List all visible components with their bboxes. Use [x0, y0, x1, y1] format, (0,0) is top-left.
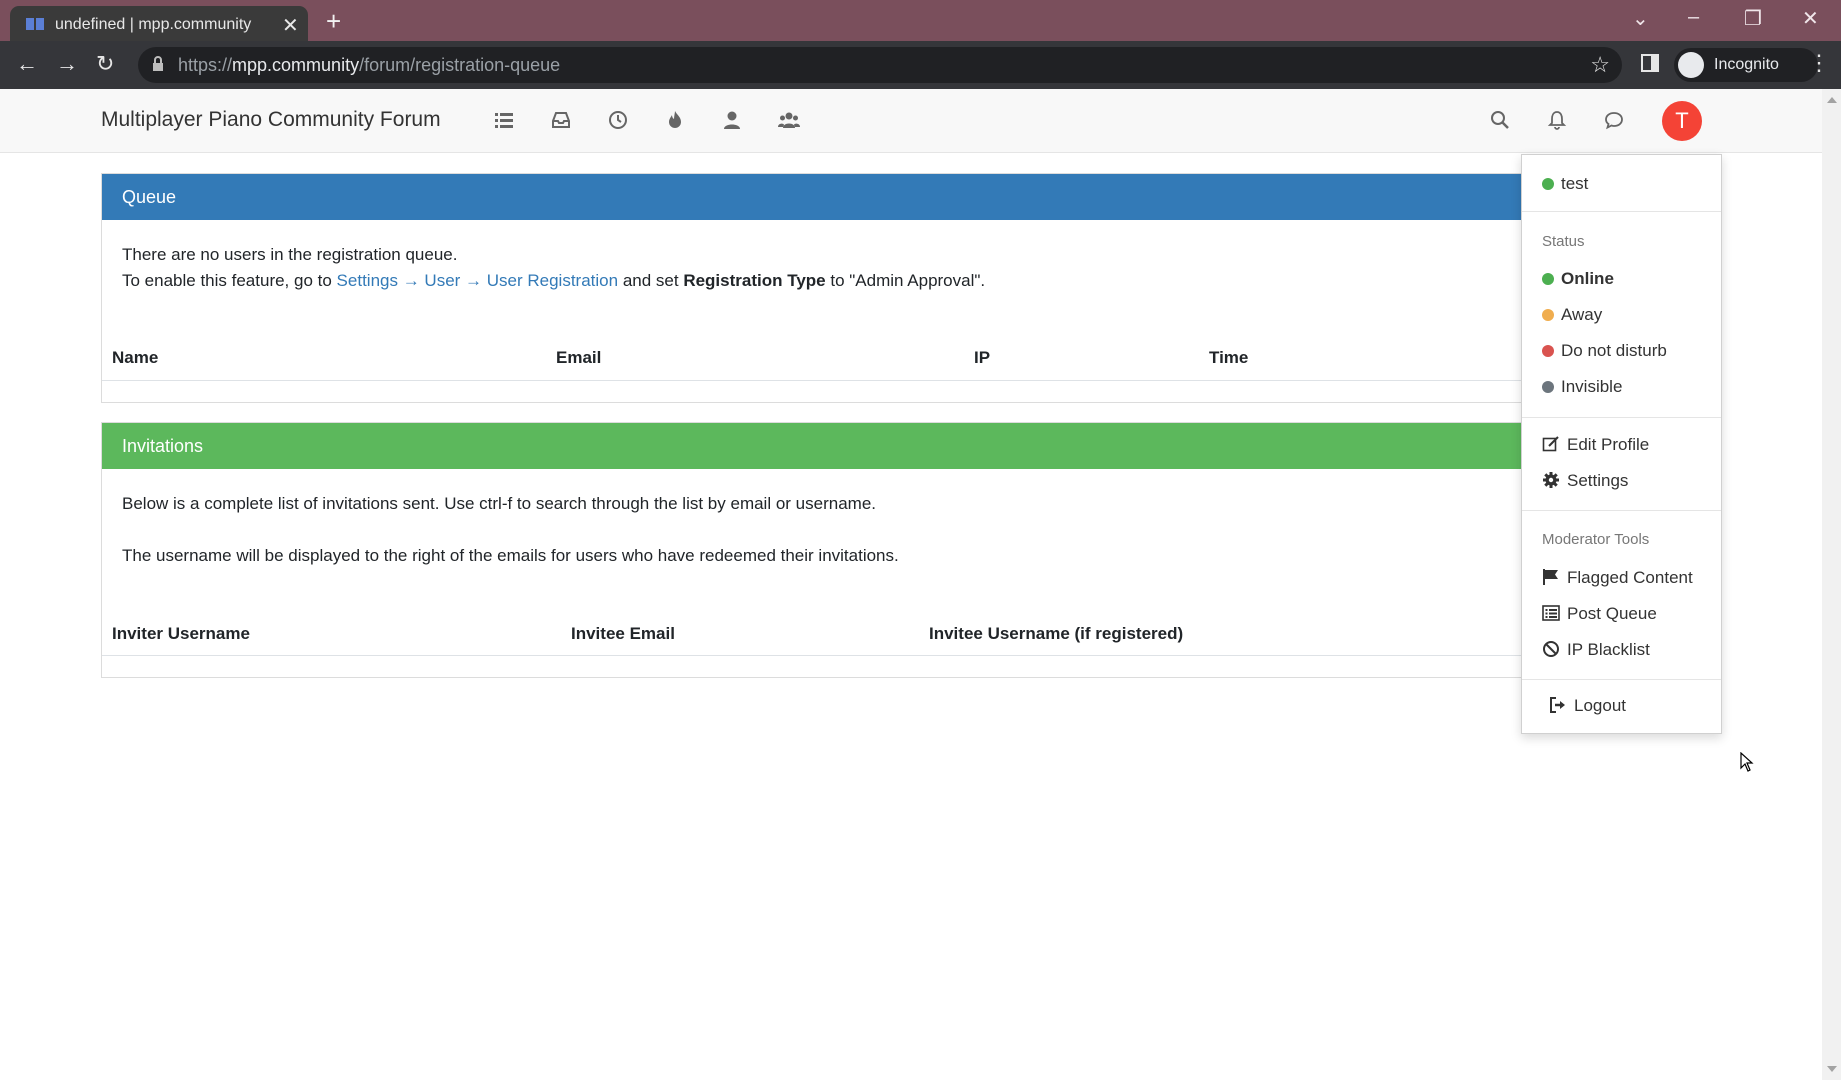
- incognito-profile-button[interactable]: Incognito: [1674, 48, 1818, 82]
- bookmark-star-icon[interactable]: ☆: [1590, 52, 1610, 78]
- list-icon[interactable]: [493, 109, 515, 131]
- flag-icon: [1542, 568, 1560, 586]
- status-away[interactable]: Away: [1542, 305, 1602, 325]
- forum-header: Multiplayer Piano Community Forum T: [0, 89, 1822, 153]
- invitations-note: The username will be displayed to the ri…: [122, 546, 899, 565]
- column-header-invitee-email: Invitee Email: [571, 624, 675, 643]
- queue-panel: Queue There are no users in the registra…: [101, 173, 1523, 403]
- status-dot: [1542, 273, 1554, 285]
- favicon-icon: [26, 18, 44, 30]
- status-dot: [1542, 381, 1554, 393]
- status-header: Status: [1542, 233, 1585, 250]
- dropdown-divider: [1522, 679, 1721, 680]
- users-icon[interactable]: [778, 109, 800, 131]
- forward-icon[interactable]: →: [56, 51, 78, 77]
- status-online[interactable]: Online: [1542, 269, 1614, 289]
- side-panel-icon[interactable]: [1641, 54, 1659, 72]
- column-header-ip: IP: [974, 348, 991, 367]
- scroll-down-icon[interactable]: [1827, 1066, 1837, 1072]
- user-icon[interactable]: [721, 109, 743, 131]
- queue-heading: Queue: [102, 174, 1522, 220]
- queue-empty-text: There are no users in the registration q…: [122, 245, 458, 264]
- incognito-icon: [1678, 52, 1704, 78]
- clock-icon[interactable]: [607, 109, 629, 131]
- edit-icon: [1542, 435, 1560, 453]
- browser-toolbar: ← → ↻ https://mpp.community/forum/regist…: [0, 41, 1841, 89]
- sign-out-icon: [1549, 696, 1567, 714]
- table-divider: [102, 655, 1522, 656]
- page-scrollbar[interactable]: [1822, 89, 1841, 1080]
- column-header-inviter-username: Inviter Username: [112, 624, 250, 643]
- user-dropdown-menu: test Status Online Away Do not disturb I…: [1521, 154, 1722, 734]
- new-tab-button[interactable]: +: [326, 6, 341, 37]
- user-avatar[interactable]: T: [1662, 101, 1702, 141]
- reload-icon[interactable]: ↻: [96, 51, 114, 77]
- tab-title: undefined | mpp.community: [55, 16, 252, 33]
- mouse-cursor-icon: [1740, 752, 1754, 772]
- browser-menu-icon[interactable]: ⋮: [1808, 50, 1830, 76]
- flagged-content-link[interactable]: Flagged Content: [1542, 568, 1693, 588]
- invitations-panel: Invitations Below is a complete list of …: [101, 422, 1523, 678]
- status-dot: [1542, 345, 1554, 357]
- invitations-heading: Invitations: [102, 423, 1522, 469]
- settings-link[interactable]: Settings: [1542, 471, 1628, 491]
- gear-icon: [1542, 471, 1560, 489]
- column-header-time: Time: [1209, 348, 1249, 367]
- dropdown-username[interactable]: test: [1542, 174, 1588, 194]
- queue-enable-hint: To enable this feature, go to Settings →…: [122, 271, 986, 290]
- back-icon[interactable]: ←: [16, 51, 38, 77]
- window-close-icon[interactable]: ✕: [1802, 6, 1819, 31]
- lock-icon: [153, 56, 163, 71]
- bell-icon[interactable]: [1546, 109, 1568, 131]
- inbox-icon[interactable]: [550, 109, 572, 131]
- column-header-name: Name: [112, 348, 159, 367]
- column-header-email: Email: [556, 348, 602, 367]
- dropdown-divider: [1522, 211, 1721, 212]
- url-text: https://mpp.community/forum/registration…: [178, 55, 561, 75]
- chat-icon[interactable]: [1603, 109, 1625, 131]
- browser-tab[interactable]: undefined | mpp.community ✕: [10, 6, 308, 41]
- online-status-dot: [1542, 178, 1554, 190]
- invitations-description: Below is a complete list of invitations …: [122, 494, 876, 513]
- minimize-icon[interactable]: –: [1688, 6, 1699, 29]
- scroll-up-icon[interactable]: [1827, 97, 1837, 103]
- dropdown-divider: [1522, 417, 1721, 418]
- forum-brand[interactable]: Multiplayer Piano Community Forum: [101, 108, 441, 132]
- search-icon[interactable]: [1489, 109, 1511, 131]
- logout-link[interactable]: Logout: [1549, 696, 1626, 716]
- column-header-invitee-username: Invitee Username (if registered): [929, 624, 1184, 643]
- restore-icon[interactable]: ❐: [1744, 6, 1762, 31]
- incognito-label: Incognito: [1714, 56, 1779, 73]
- dropdown-divider: [1522, 510, 1721, 511]
- tab-close-icon[interactable]: ✕: [282, 13, 299, 38]
- status-invisible[interactable]: Invisible: [1542, 377, 1622, 397]
- table-divider: [102, 380, 1522, 381]
- moderator-tools-header: Moderator Tools: [1542, 531, 1650, 548]
- ban-icon: [1542, 640, 1560, 658]
- post-queue-link[interactable]: Post Queue: [1542, 604, 1657, 624]
- status-dot: [1542, 309, 1554, 321]
- fire-icon[interactable]: [664, 109, 686, 131]
- list-alt-icon: [1542, 604, 1560, 622]
- address-bar[interactable]: https://mpp.community/forum/registration…: [138, 47, 1622, 83]
- browser-tab-strip: undefined | mpp.community ✕ + ⌄ – ❐ ✕: [0, 0, 1841, 41]
- registration-settings-link[interactable]: Settings → User → User Registration: [337, 271, 619, 290]
- tab-search-icon[interactable]: ⌄: [1632, 6, 1649, 31]
- status-do-not-disturb[interactable]: Do not disturb: [1542, 341, 1667, 361]
- edit-profile-link[interactable]: Edit Profile: [1542, 435, 1649, 455]
- ip-blacklist-link[interactable]: IP Blacklist: [1542, 640, 1650, 660]
